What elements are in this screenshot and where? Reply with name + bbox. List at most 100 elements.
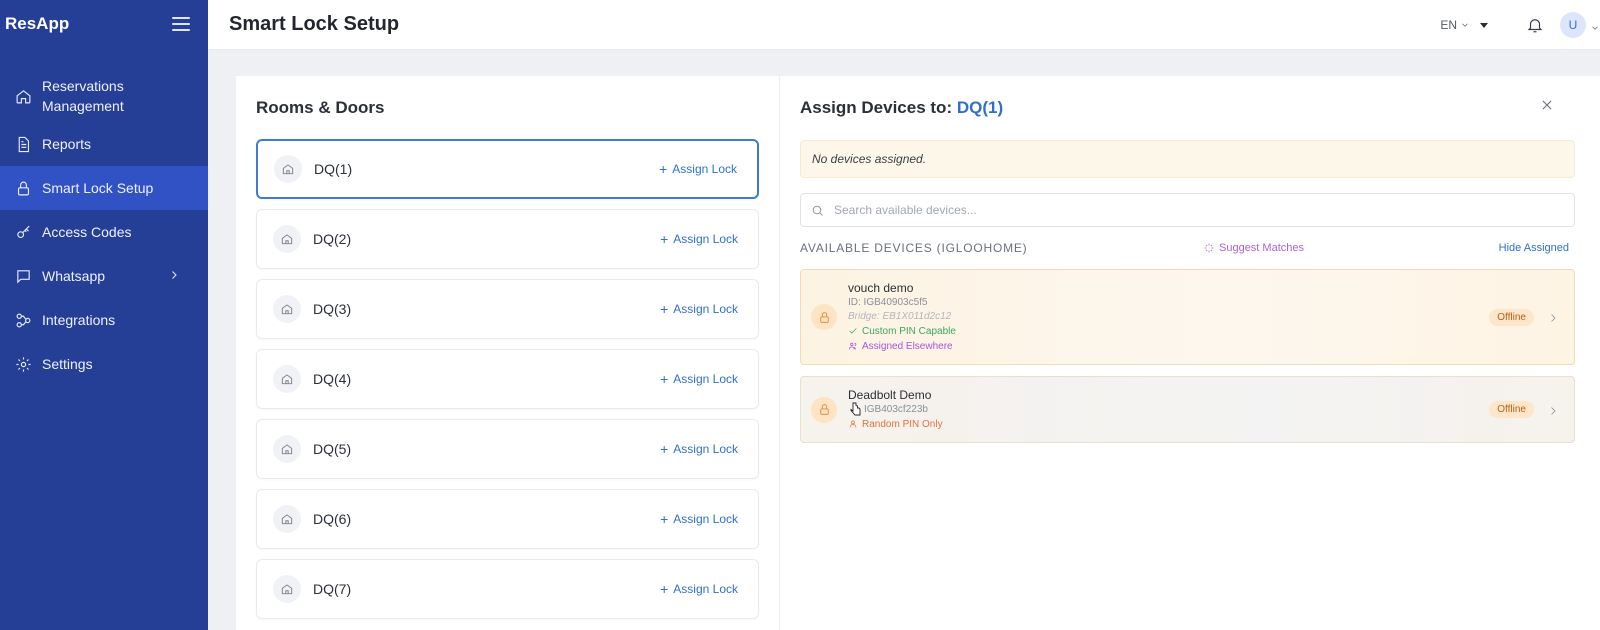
plus-icon: + bbox=[660, 511, 669, 527]
suggest-matches-label: Suggest Matches bbox=[1219, 242, 1304, 254]
room-card[interactable]: DQ(3) + Assign Lock bbox=[256, 279, 759, 339]
chevron-right-icon[interactable] bbox=[168, 268, 180, 284]
room-card[interactable]: DQ(2) + Assign Lock bbox=[256, 209, 759, 269]
assign-lock-button[interactable]: + Assign Lock bbox=[660, 232, 738, 246]
close-icon[interactable] bbox=[1540, 98, 1556, 114]
device-name: vouch demo bbox=[848, 280, 914, 295]
sidebar-item-label: Access Codes bbox=[42, 224, 132, 240]
language-selector[interactable]: EN bbox=[1440, 18, 1488, 32]
assign-lock-label: Assign Lock bbox=[673, 582, 738, 596]
assign-lock-button[interactable]: + Assign Lock bbox=[660, 582, 738, 596]
sidebar-item-reservations[interactable]: Reservations Management bbox=[0, 70, 208, 122]
status-badge: Offline bbox=[1489, 308, 1534, 326]
sidebar-item-label: Integrations bbox=[42, 312, 116, 328]
chevron-right-icon bbox=[1548, 404, 1560, 416]
device-search-input[interactable] bbox=[834, 203, 1574, 217]
assign-lock-label: Assign Lock bbox=[673, 512, 738, 526]
status-badge: Offline bbox=[1489, 401, 1534, 418]
device-info: Deadbolt Demo IGB403cf223b Random PIN On… bbox=[848, 388, 1489, 432]
assign-lock-label: Assign Lock bbox=[673, 372, 738, 386]
assign-title-room: DQ(1) bbox=[956, 98, 1004, 117]
menu-toggle-icon[interactable] bbox=[172, 17, 190, 31]
hide-assigned-button[interactable]: Hide Assigned bbox=[1499, 242, 1569, 254]
assign-lock-button[interactable]: + Assign Lock bbox=[660, 372, 738, 386]
chat-icon bbox=[14, 267, 32, 285]
sidebar-item-access-codes[interactable]: Access Codes bbox=[0, 210, 208, 254]
plus-icon: + bbox=[660, 441, 669, 457]
sidebar-item-label: Smart Lock Setup bbox=[42, 180, 154, 196]
bell-icon[interactable] bbox=[1526, 16, 1544, 34]
room-list: DQ(1) + Assign Lock DQ(2) + Assign Lock DQ(3) +… bbox=[256, 139, 759, 629]
gear-icon bbox=[14, 355, 32, 373]
room-card[interactable]: DQ(4) + Assign Lock bbox=[256, 349, 759, 409]
top-bar: Smart Lock Setup EN U bbox=[208, 0, 1600, 50]
chevron-down-icon[interactable] bbox=[1590, 20, 1600, 30]
sidebar: ResApp Reservations Management Reports S… bbox=[0, 0, 208, 630]
custom-pin-tag: Custom PIN Capable bbox=[848, 324, 1489, 339]
rooms-panel-title: Rooms & Doors bbox=[256, 98, 385, 117]
key-icon bbox=[14, 223, 32, 241]
brand-logo[interactable]: ResApp bbox=[5, 14, 69, 34]
tag-label: Assigned Elsewhere bbox=[862, 340, 953, 352]
room-name: DQ(2) bbox=[313, 231, 352, 247]
assign-lock-button[interactable]: + Assign Lock bbox=[660, 302, 738, 316]
assign-lock-label: Assign Lock bbox=[673, 442, 738, 456]
rooms-panel: Rooms & Doors DQ(1) + Assign Lock DQ(2) + Ass… bbox=[236, 76, 780, 630]
room-name: DQ(1) bbox=[314, 161, 353, 177]
document-icon bbox=[14, 135, 32, 153]
device-name: Deadbolt Demo bbox=[848, 387, 932, 402]
tag-label: Random PIN Only bbox=[862, 418, 943, 430]
assign-lock-button[interactable]: + Assign Lock bbox=[659, 162, 737, 176]
device-card-vouch-demo[interactable]: vouch demo ID: IGB40903c5f5 Bridge: EB1X… bbox=[800, 269, 1575, 365]
avatar[interactable]: U bbox=[1560, 12, 1586, 38]
sparkle-icon bbox=[1204, 243, 1214, 253]
plus-icon: + bbox=[660, 301, 669, 317]
users-icon bbox=[848, 342, 857, 350]
device-info: vouch demo ID: IGB40903c5f5 Bridge: EB1X… bbox=[848, 281, 1489, 354]
caret-down-icon bbox=[1480, 22, 1488, 28]
chevron-down-icon bbox=[1462, 23, 1468, 27]
room-card[interactable]: DQ(7) + Assign Lock bbox=[256, 559, 759, 619]
page-title: Smart Lock Setup bbox=[229, 13, 400, 35]
home-icon bbox=[14, 87, 32, 105]
home-icon bbox=[273, 365, 301, 393]
room-card[interactable]: DQ(6) + Assign Lock bbox=[256, 489, 759, 549]
room-card[interactable]: DQ(5) + Assign Lock bbox=[256, 419, 759, 479]
sidebar-item-whatsapp[interactable]: Whatsapp bbox=[0, 254, 208, 298]
sidebar-item-smart-lock-setup[interactable]: Smart Lock Setup bbox=[0, 166, 208, 210]
sidebar-item-label: Settings bbox=[42, 356, 93, 372]
sidebar-item-reports[interactable]: Reports bbox=[0, 122, 208, 166]
room-card[interactable]: DQ(1) + Assign Lock bbox=[256, 139, 759, 199]
assign-panel-title: Assign Devices to: DQ(1) bbox=[800, 98, 1003, 118]
assign-lock-label: Assign Lock bbox=[673, 302, 738, 316]
assign-lock-button[interactable]: + Assign Lock bbox=[660, 512, 738, 526]
room-name: DQ(5) bbox=[313, 441, 352, 457]
available-devices-label: AVAILABLE DEVICES (IGLOOHOME) bbox=[800, 241, 1028, 255]
lock-icon bbox=[811, 396, 837, 423]
tag-label: Custom PIN Capable bbox=[862, 325, 956, 337]
home-icon bbox=[274, 155, 302, 183]
assign-lock-label: Assign Lock bbox=[672, 162, 737, 176]
room-name: DQ(6) bbox=[313, 511, 352, 527]
room-name: DQ(7) bbox=[313, 581, 352, 597]
search-icon bbox=[812, 205, 823, 216]
pointer-cursor-icon bbox=[850, 402, 862, 421]
language-label: EN bbox=[1440, 18, 1457, 32]
sidebar-item-label: Whatsapp bbox=[42, 268, 106, 284]
sidebar-item-integrations[interactable]: Integrations bbox=[0, 298, 208, 342]
plus-icon: + bbox=[659, 161, 668, 177]
brand-row: ResApp bbox=[0, 0, 208, 48]
assign-devices-panel: Assign Devices to: DQ(1) No devices assi… bbox=[780, 76, 1600, 630]
assigned-elsewhere-tag: Assigned Elsewhere bbox=[848, 339, 1489, 354]
sidebar-nav: Reservations Management Reports Smart Lo… bbox=[0, 70, 208, 386]
plus-icon: + bbox=[660, 581, 669, 597]
sidebar-item-settings[interactable]: Settings bbox=[0, 342, 208, 386]
device-search bbox=[800, 193, 1575, 227]
suggest-matches-button[interactable]: Suggest Matches bbox=[1203, 242, 1304, 254]
device-id: ID: IGB40903c5f5 bbox=[848, 296, 928, 308]
device-id: IGB403cf223b bbox=[864, 403, 928, 415]
assign-lock-button[interactable]: + Assign Lock bbox=[660, 442, 738, 456]
device-card-deadbolt-demo[interactable]: Deadbolt Demo IGB403cf223b Random PIN On… bbox=[800, 376, 1575, 443]
home-icon bbox=[273, 505, 301, 533]
assign-title-prefix: Assign Devices to: bbox=[800, 98, 957, 117]
